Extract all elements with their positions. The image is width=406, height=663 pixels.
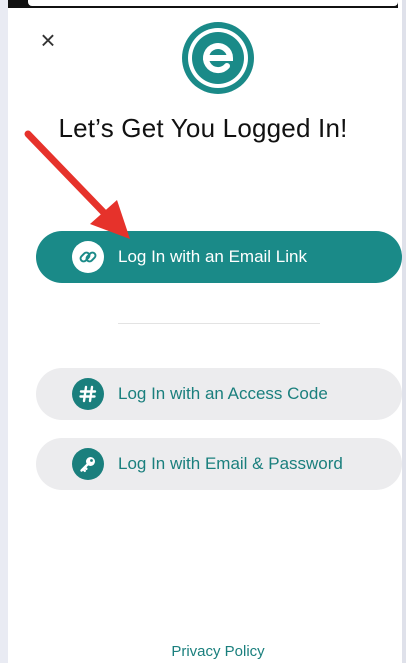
e-logo-icon: [182, 22, 254, 94]
email-password-button[interactable]: Log In with Email & Password: [36, 438, 402, 490]
hash-icon: [72, 378, 104, 410]
top-bar: [8, 0, 398, 8]
login-modal: × Let’s Get You Logged In! Log In with a…: [0, 0, 406, 663]
access-code-label: Log In with an Access Code: [118, 384, 328, 403]
email-link-label: Log In with an Email Link: [118, 247, 307, 266]
access-code-button[interactable]: Log In with an Access Code: [36, 368, 402, 420]
key-icon: [72, 448, 104, 480]
link-icon: [72, 241, 104, 273]
privacy-policy-link[interactable]: Privacy Policy: [0, 643, 406, 660]
divider: [118, 323, 320, 324]
right-edge: [402, 0, 406, 663]
email-password-label: Log In with Email & Password: [118, 454, 343, 473]
close-icon[interactable]: ×: [36, 27, 60, 53]
email-link-button[interactable]: Log In with an Email Link: [36, 231, 402, 283]
page-title: Let’s Get You Logged In!: [58, 113, 348, 143]
left-edge: [0, 0, 8, 663]
